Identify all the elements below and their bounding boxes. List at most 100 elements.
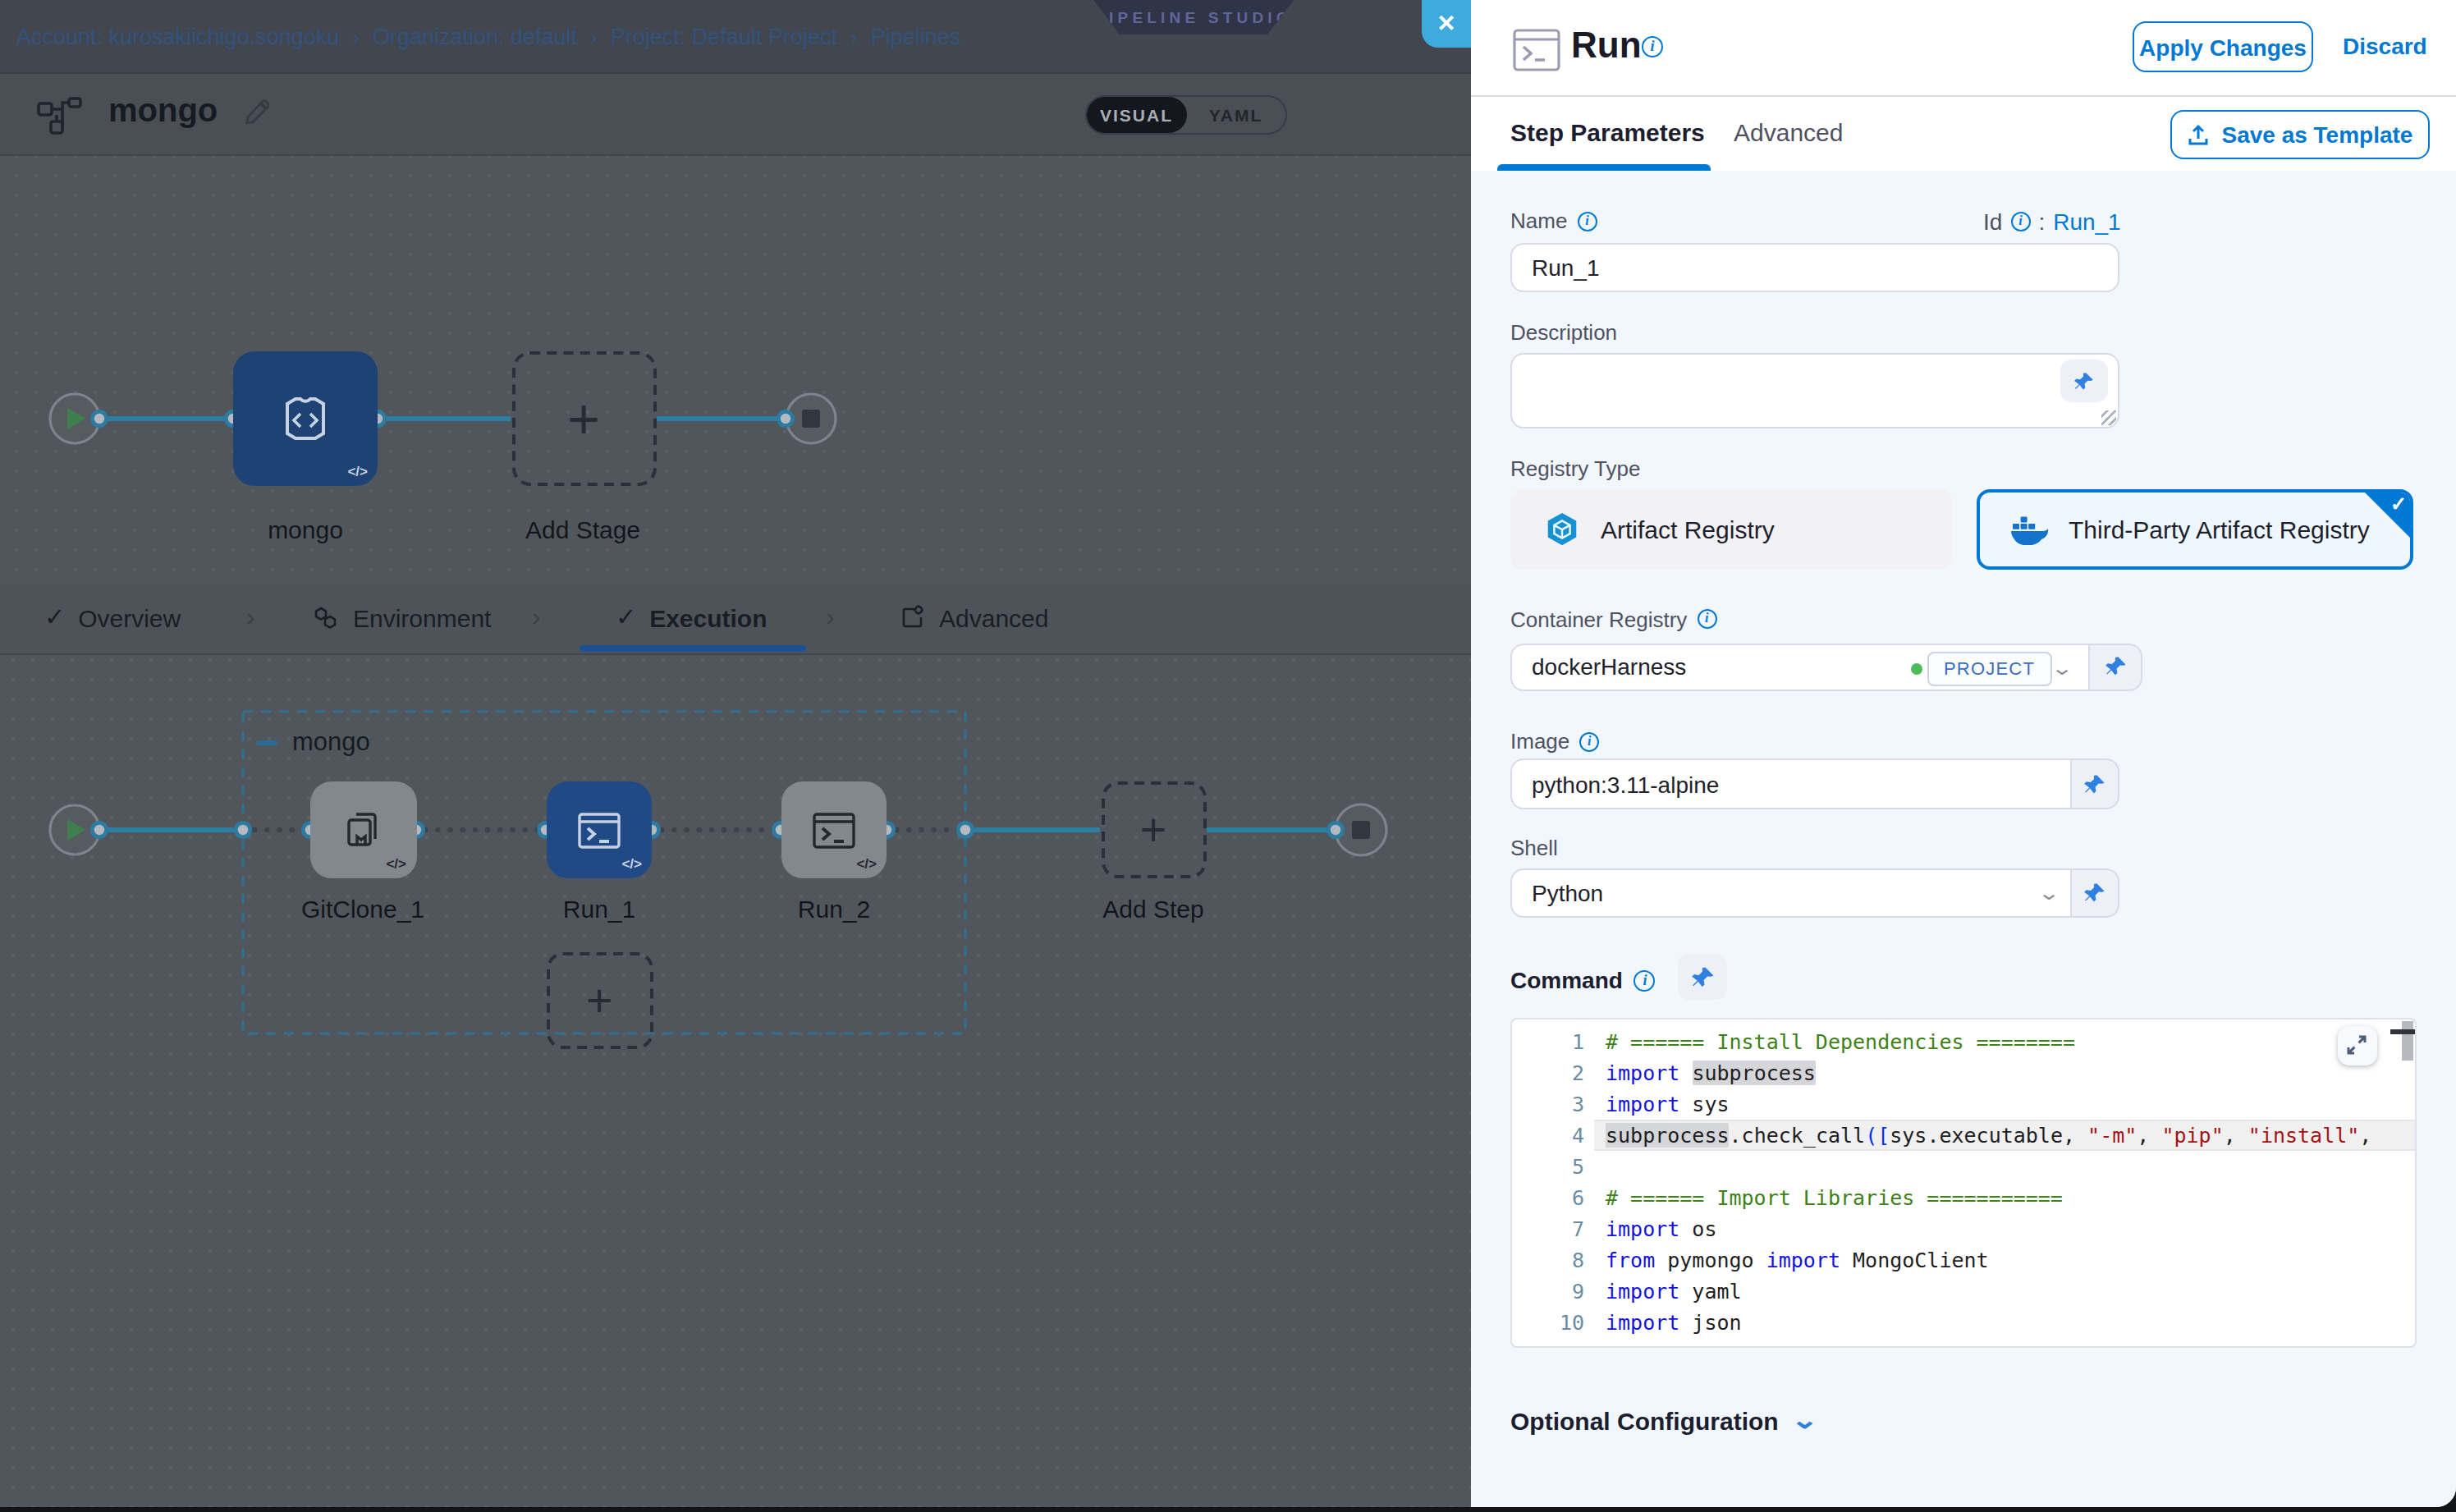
step-node-gitclone[interactable]: </> [310, 781, 416, 878]
edit-pipeline-icon[interactable] [243, 98, 271, 126]
selected-checkmark [2362, 490, 2412, 539]
step-label-gitclone[interactable]: GitClone_1 [301, 895, 424, 923]
active-tab-indicator [580, 644, 806, 651]
name-label: Namei [1510, 208, 1597, 233]
code-line: 1# ====== Install Dependencies ======== [1512, 1025, 2414, 1056]
info-icon[interactable]: i [1579, 731, 1599, 751]
pin-button[interactable] [2060, 360, 2108, 402]
registry-option-third-party[interactable]: Third-Party Artifact Registry [1977, 488, 2413, 569]
code-line: 6# ====== Import Libraries =========== [1512, 1181, 2414, 1212]
breadcrumb-item[interactable]: Project: Default Project [611, 25, 837, 49]
tab-execution[interactable]: ✓ Execution [616, 584, 768, 650]
stage-graph-canvas[interactable]: </> + mongo Add Stage [0, 155, 1471, 584]
tab-advanced[interactable]: Advanced [900, 584, 1048, 650]
drawer-tabs: Step Parameters Advanced Save as Templat… [1471, 96, 2456, 171]
info-icon[interactable]: i [1577, 211, 1597, 231]
add-stage-button[interactable]: + [511, 351, 656, 485]
code-line: 5 [1512, 1150, 2414, 1181]
collapse-group-icon[interactable] [256, 740, 277, 745]
advanced-icon [900, 604, 926, 630]
tab-environment[interactable]: Environment [312, 584, 491, 650]
add-stage-label[interactable]: Add Stage [525, 515, 640, 543]
info-icon[interactable]: i [2010, 212, 2030, 231]
execution-graph-canvas[interactable]: mongo </> </> </> [0, 655, 1471, 1506]
visual-yaml-toggle: VISUAL YAML [1085, 94, 1287, 134]
run-step-icon [1512, 28, 1561, 72]
pipeline-title-bar: mongo VISUAL YAML [0, 73, 1471, 155]
stage-label[interactable]: mongo [268, 515, 343, 543]
registry-type-label: Registry Type [1510, 456, 1641, 481]
visual-toggle-button[interactable]: VISUAL [1087, 96, 1186, 132]
check-icon: ✓ [616, 603, 636, 632]
chevron-down-icon[interactable]: ⌄ [2037, 882, 2060, 905]
description-label: Description [1510, 320, 1617, 345]
description-input[interactable] [1510, 353, 2119, 428]
window-bottom-edge [0, 1506, 2456, 1512]
breadcrumb-item[interactable]: Pipelines [871, 25, 961, 49]
tab-overview[interactable]: ✓ Overview [44, 584, 181, 650]
editor-scroll-marker [2390, 1029, 2414, 1033]
chevron-down-icon: ⌄ [1791, 1405, 1819, 1435]
step-node-run2[interactable]: </> [781, 781, 887, 878]
environment-icon [312, 603, 340, 631]
check-icon: ✓ [44, 603, 65, 632]
add-step-button[interactable]: + [1101, 781, 1206, 878]
add-step-below-button[interactable]: + [546, 952, 653, 1049]
code-line: 4subprocess.check_call([sys.executable, … [1512, 1119, 2414, 1150]
active-tab-indicator [1497, 164, 1711, 171]
resize-handle[interactable] [2101, 410, 2116, 425]
artifact-registry-icon [1543, 510, 1581, 548]
pin-attachment[interactable] [2072, 868, 2119, 918]
info-icon[interactable]: i [1642, 36, 1663, 57]
breadcrumb-item[interactable]: Organization: default [373, 25, 577, 49]
info-icon[interactable]: i [1634, 969, 1656, 991]
connector-status-dot [1911, 662, 1922, 674]
registry-option-artifact[interactable]: Artifact Registry [1510, 488, 1952, 569]
tab-advanced[interactable]: Advanced [1734, 117, 1843, 145]
step-label-run1[interactable]: Run_1 [563, 895, 635, 923]
step-node-run1[interactable]: </> [546, 781, 652, 878]
code-line: 2import subprocess [1512, 1056, 2414, 1088]
apply-changes-button[interactable]: Apply Changes [2133, 21, 2313, 72]
code-badge: </> [347, 462, 368, 479]
image-label: Imagei [1510, 729, 1599, 754]
drawer-header: Run i Apply Changes Discard [1471, 0, 2456, 96]
code-badge: </> [856, 855, 877, 872]
expand-editor-button[interactable] [2337, 1025, 2376, 1065]
step-group-header[interactable]: mongo [256, 727, 370, 757]
pin-button[interactable] [1678, 954, 1727, 1000]
code-line: 3import sys [1512, 1088, 2414, 1119]
editor-scrollbar[interactable] [2401, 1020, 2412, 1060]
stage-node-mongo[interactable]: </> [233, 351, 378, 485]
stage-tabs: ✓ Overview › Environment › ✓ Execution ›… [0, 584, 1471, 655]
image-input[interactable]: python:3.11-alpine [1510, 758, 2072, 809]
code-line: 10import json [1512, 1306, 2414, 1337]
close-drawer-button[interactable]: ✕ [1422, 0, 1471, 47]
optional-configuration-toggle[interactable]: Optional Configuration ⌄ [1510, 1405, 1816, 1435]
chevron-down-icon[interactable]: ⌄ [2050, 656, 2073, 679]
discard-button[interactable]: Discard [2343, 33, 2427, 59]
upload-icon [2188, 122, 2211, 145]
name-input[interactable]: Run_1 [1510, 243, 2119, 292]
info-icon[interactable]: i [1697, 609, 1716, 629]
step-id-value[interactable]: Run_1 [2053, 208, 2121, 235]
command-code-editor[interactable]: 1# ====== Install Dependencies ========2… [1510, 1017, 2416, 1348]
expand-icon [2346, 1034, 2367, 1056]
step-label-run2[interactable]: Run_2 [798, 895, 870, 923]
shell-select[interactable]: Python ⌄ [1510, 868, 2072, 918]
add-step-label[interactable]: Add Step [1102, 895, 1203, 923]
breadcrumb-item[interactable]: Account: kurosakiichigo.songoku [16, 25, 339, 49]
pipeline-graph-icon [36, 94, 85, 137]
pipeline-studio-app: Account: kurosakiichigo.songoku›Organiza… [0, 0, 2456, 1512]
pin-attachment[interactable] [2090, 643, 2142, 690]
pipeline-title: mongo [108, 91, 218, 129]
pin-attachment[interactable] [2072, 758, 2119, 809]
save-as-template-button[interactable]: Save as Template [2170, 109, 2430, 158]
yaml-toggle-button[interactable]: YAML [1186, 96, 1285, 132]
container-registry-input[interactable]: dockerHarness PROJECT ⌄ [1510, 643, 2090, 690]
breadcrumb[interactable]: Account: kurosakiichigo.songoku›Organiza… [16, 21, 960, 51]
pin-icon [2073, 370, 2095, 392]
shell-label: Shell [1510, 836, 1558, 860]
tab-step-parameters[interactable]: Step Parameters [1510, 117, 1705, 145]
pin-icon [1690, 964, 1715, 989]
